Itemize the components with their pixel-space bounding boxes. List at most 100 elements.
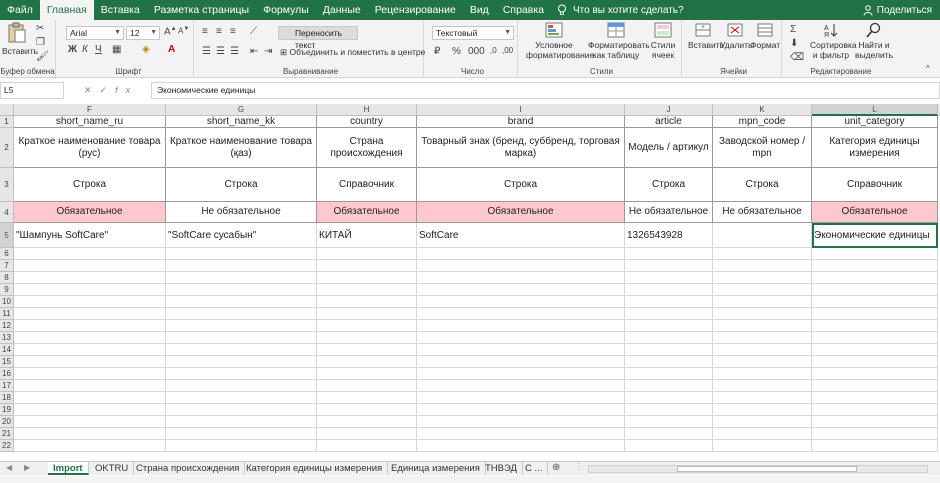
row-header-10[interactable]: 10 — [0, 296, 14, 308]
cell-k11[interactable] — [713, 308, 812, 320]
increase-font-icon[interactable]: A▲ — [164, 26, 177, 37]
cell-h7[interactable] — [317, 260, 417, 272]
cell-f21[interactable] — [14, 428, 166, 440]
delete-cells-button[interactable]: Удалить — [720, 22, 752, 50]
cell-l15[interactable] — [812, 356, 938, 368]
align-top-icon[interactable]: ≡ — [202, 26, 208, 37]
row-header-20[interactable]: 20 — [0, 416, 14, 428]
cell-l7[interactable] — [812, 260, 938, 272]
cell-j14[interactable] — [625, 344, 713, 356]
increase-indent-icon[interactable]: ⇥ — [264, 46, 272, 57]
sheet-tab-unit-category[interactable]: Категория единицы измерения — [241, 462, 389, 475]
column-header-g[interactable]: G — [166, 104, 317, 116]
font-color-icon[interactable]: A — [168, 44, 175, 55]
cell-j4[interactable]: Не обязательное — [625, 202, 713, 223]
cell-l5[interactable]: Экономические единицы — [812, 223, 938, 248]
cell-j9[interactable] — [625, 284, 713, 296]
cell-i6[interactable] — [417, 248, 625, 260]
cell-g19[interactable] — [166, 404, 317, 416]
tab-formulas[interactable]: Формулы — [256, 0, 316, 20]
cell-g4[interactable]: Не обязательное — [166, 202, 317, 223]
cell-i18[interactable] — [417, 392, 625, 404]
cell-h21[interactable] — [317, 428, 417, 440]
underline-button[interactable]: Ч — [95, 44, 102, 55]
cell-h19[interactable] — [317, 404, 417, 416]
row-header-18[interactable]: 18 — [0, 392, 14, 404]
cell-j12[interactable] — [625, 320, 713, 332]
cell-f2[interactable]: Краткое наименование товара (рус) — [14, 128, 166, 168]
cell-l18[interactable] — [812, 392, 938, 404]
tab-split-handle[interactable]: ⋮ — [575, 462, 583, 471]
cell-g2[interactable]: Краткое наименование товара (қаз) — [166, 128, 317, 168]
row-header-1[interactable]: 1 — [0, 116, 14, 128]
cell-j8[interactable] — [625, 272, 713, 284]
cell-f16[interactable] — [14, 368, 166, 380]
cell-l19[interactable] — [812, 404, 938, 416]
cell-l3[interactable]: Справочник — [812, 168, 938, 202]
cell-g6[interactable] — [166, 248, 317, 260]
cell-g22[interactable] — [166, 440, 317, 452]
cell-k4[interactable]: Не обязательное — [713, 202, 812, 223]
insert-function-icon[interactable]: fx — [115, 85, 138, 95]
fill-icon[interactable]: ⬇ — [790, 38, 798, 49]
tab-insert[interactable]: Вставка — [94, 0, 147, 20]
column-header-h[interactable]: H — [317, 104, 417, 116]
row-header-4[interactable]: 4 — [0, 202, 14, 223]
cell-l20[interactable] — [812, 416, 938, 428]
cell-l21[interactable] — [812, 428, 938, 440]
font-name-combo[interactable]: Arial ▼ — [66, 26, 124, 40]
tab-home[interactable]: Главная — [39, 0, 94, 20]
cell-h10[interactable] — [317, 296, 417, 308]
cell-i11[interactable] — [417, 308, 625, 320]
cell-l8[interactable] — [812, 272, 938, 284]
cell-k17[interactable] — [713, 380, 812, 392]
cell-k20[interactable] — [713, 416, 812, 428]
cell-g11[interactable] — [166, 308, 317, 320]
cell-l1[interactable]: unit_category — [812, 116, 938, 128]
sheet-tab-more[interactable]: С ... — [520, 462, 549, 475]
cell-i2[interactable]: Товарный знак (бренд, суббренд, торговая… — [417, 128, 625, 168]
cell-j19[interactable] — [625, 404, 713, 416]
cell-f19[interactable] — [14, 404, 166, 416]
merge-center-button[interactable]: ⊞ Объединить и поместить в центре — [280, 47, 425, 58]
cell-i21[interactable] — [417, 428, 625, 440]
align-middle-icon[interactable]: ≡ — [216, 26, 222, 37]
row-header-12[interactable]: 12 — [0, 320, 14, 332]
cell-g20[interactable] — [166, 416, 317, 428]
cell-f10[interactable] — [14, 296, 166, 308]
number-format-combo[interactable]: Текстовый ▼ — [432, 26, 514, 40]
row-header-9[interactable]: 9 — [0, 284, 14, 296]
scroll-thumb[interactable] — [677, 466, 857, 472]
cell-h18[interactable] — [317, 392, 417, 404]
cell-i13[interactable] — [417, 332, 625, 344]
tab-page-layout[interactable]: Разметка страницы — [147, 0, 256, 20]
tab-help[interactable]: Справка — [496, 0, 551, 20]
cell-f15[interactable] — [14, 356, 166, 368]
cell-f22[interactable] — [14, 440, 166, 452]
cell-k13[interactable] — [713, 332, 812, 344]
cell-f1[interactable]: short_name_ru — [14, 116, 166, 128]
cell-l9[interactable] — [812, 284, 938, 296]
sheet-tab-country[interactable]: Страна происхождения — [131, 462, 246, 475]
row-header-2[interactable]: 2 — [0, 128, 14, 168]
row-header-8[interactable]: 8 — [0, 272, 14, 284]
comma-style-icon[interactable]: 000 — [468, 46, 485, 57]
column-header-l[interactable]: L — [812, 104, 938, 116]
cell-f17[interactable] — [14, 380, 166, 392]
cell-l16[interactable] — [812, 368, 938, 380]
cell-l12[interactable] — [812, 320, 938, 332]
cell-g3[interactable]: Строка — [166, 168, 317, 202]
row-header-6[interactable]: 6 — [0, 248, 14, 260]
cell-h5[interactable]: КИТАЙ — [317, 223, 417, 248]
cell-i15[interactable] — [417, 356, 625, 368]
cell-l14[interactable] — [812, 344, 938, 356]
cell-k5[interactable] — [713, 223, 812, 248]
cell-f13[interactable] — [14, 332, 166, 344]
cell-j2[interactable]: Модель / артикул — [625, 128, 713, 168]
column-header-f[interactable]: F — [14, 104, 166, 116]
cell-j7[interactable] — [625, 260, 713, 272]
row-header-11[interactable]: 11 — [0, 308, 14, 320]
cell-h6[interactable] — [317, 248, 417, 260]
percent-icon[interactable]: % — [452, 46, 461, 57]
sheet-tab-oktru[interactable]: OKTRU — [90, 462, 135, 475]
